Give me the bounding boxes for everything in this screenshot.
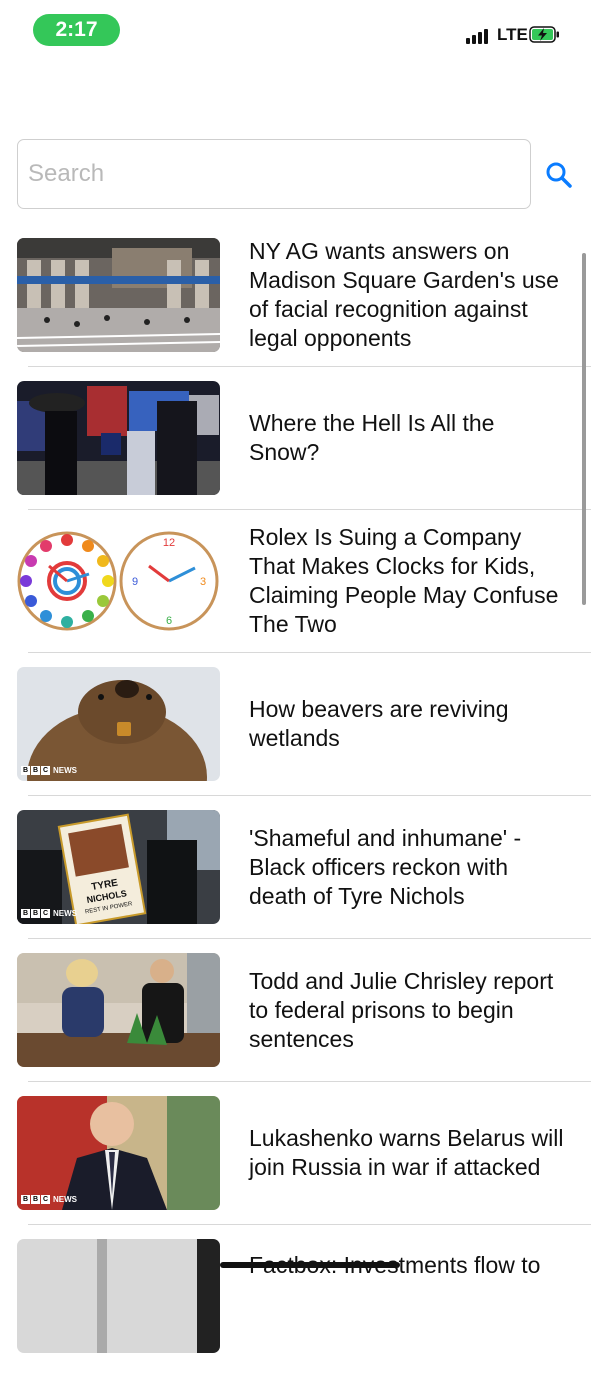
article-thumbnail[interactable] [17, 238, 220, 352]
article-headline[interactable]: Rolex Is Suing a Company That Makes Cloc… [249, 524, 569, 638]
article-row[interactable]: Where the Hell Is All the Snow? [0, 381, 591, 524]
article-headline[interactable]: 'Shameful and inhumane' - Black officers… [249, 810, 569, 924]
bbc-news-logo: BBC NEWS [21, 909, 77, 918]
article-headline[interactable]: Lukashenko warns Belarus will join Russi… [249, 1096, 569, 1210]
row-divider [28, 652, 591, 653]
article-thumbnail[interactable] [17, 381, 220, 495]
svg-text:6: 6 [166, 615, 172, 627]
status-time[interactable]: 2:17 [33, 14, 120, 46]
signal-strength-icon [466, 28, 488, 44]
search-input[interactable] [18, 140, 530, 208]
svg-text:12: 12 [163, 537, 175, 549]
network-type: LTE [497, 25, 528, 44]
battery-charging-icon [529, 26, 559, 43]
article-thumbnail[interactable]: BBC NEWS [17, 1096, 220, 1210]
article-thumbnail[interactable] [17, 1239, 220, 1353]
row-divider [28, 938, 591, 939]
article-thumbnail[interactable] [17, 953, 220, 1067]
article-list: NY AG wants answers on Madison Square Ga… [0, 238, 591, 1382]
article-thumbnail[interactable]: BBC NEWS [17, 667, 220, 781]
article-headline[interactable]: Factbox: Investments flow to [249, 1239, 569, 1365]
article-row[interactable]: TYRE NICHOLS REST IN POWER BBC NEWS 'Sha… [0, 810, 591, 953]
bbc-news-logo: BBC NEWS [21, 766, 77, 775]
row-divider [28, 1224, 591, 1225]
row-divider [28, 795, 591, 796]
search-icon[interactable] [544, 160, 574, 190]
row-divider [28, 509, 591, 510]
scrollbar[interactable] [582, 253, 586, 605]
svg-text:9: 9 [132, 576, 138, 588]
article-row[interactable]: NY AG wants answers on Madison Square Ga… [0, 238, 591, 381]
row-divider [28, 366, 591, 367]
home-indicator[interactable] [220, 1262, 400, 1268]
svg-text:3: 3 [200, 576, 206, 588]
article-row[interactable]: BBC NEWS Lukashenko warns Belarus will j… [0, 1096, 591, 1239]
article-headline[interactable]: Where the Hell Is All the Snow? [249, 381, 569, 495]
search-field[interactable] [17, 139, 531, 209]
article-thumbnail[interactable]: 12 3 6 9 [17, 524, 220, 638]
article-row[interactable]: Todd and Julie Chrisley report to federa… [0, 953, 591, 1096]
article-headline[interactable]: Todd and Julie Chrisley report to federa… [249, 953, 569, 1067]
status-bar: 2:17 LTE [0, 0, 591, 60]
row-divider [28, 1081, 591, 1082]
article-thumbnail[interactable]: TYRE NICHOLS REST IN POWER BBC NEWS [17, 810, 220, 924]
bbc-news-logo: BBC NEWS [21, 1195, 77, 1204]
article-row[interactable]: BBC NEWS How beavers are reviving wetlan… [0, 667, 591, 810]
article-row[interactable]: Factbox: Investments flow to [0, 1239, 591, 1382]
article-headline[interactable]: How beavers are reviving wetlands [249, 667, 569, 781]
article-headline[interactable]: NY AG wants answers on Madison Square Ga… [249, 238, 569, 352]
article-row[interactable]: 12 3 6 9 Rolex Is Suing a Company That Mak… [0, 524, 591, 667]
